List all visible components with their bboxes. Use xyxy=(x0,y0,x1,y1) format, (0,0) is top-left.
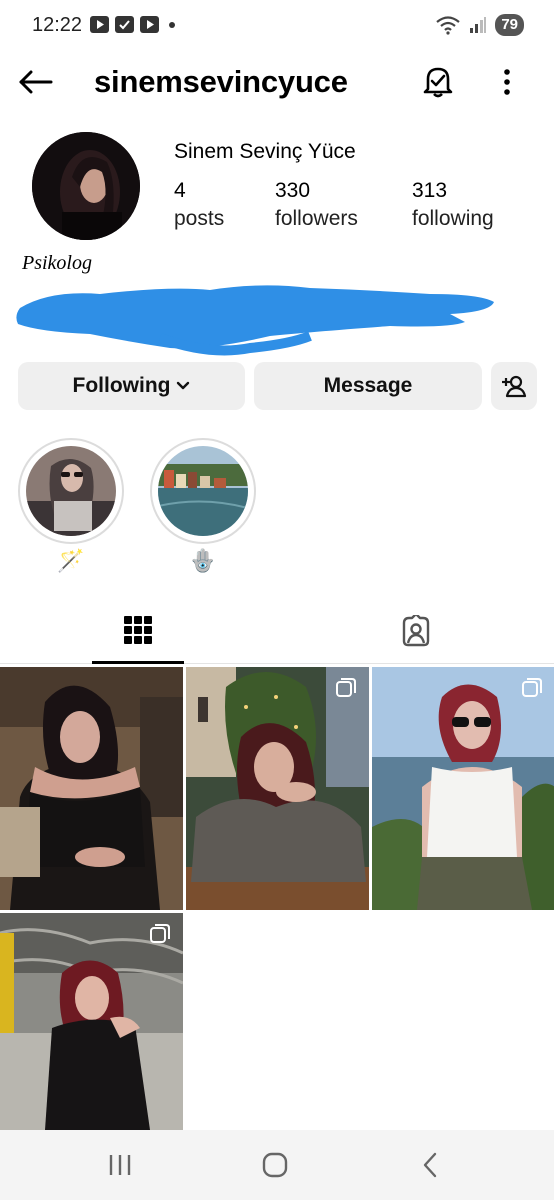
tab-tagged[interactable] xyxy=(370,598,462,664)
highlight-ring xyxy=(150,438,256,544)
dot-icon xyxy=(169,21,175,28)
stat-label: posts xyxy=(174,207,225,230)
highlight-label: 🪄 xyxy=(57,548,85,573)
status-time: 12:22 xyxy=(32,14,83,36)
highlight-cover xyxy=(158,446,248,536)
stat-followers[interactable]: 330 followers xyxy=(275,178,358,234)
redaction-scribble xyxy=(16,285,495,356)
carousel-icon xyxy=(150,924,170,943)
back-nav-icon[interactable] xyxy=(410,1148,450,1182)
battery-icon: 79 xyxy=(495,14,524,36)
grid-icon xyxy=(124,615,152,644)
profile-tabs xyxy=(0,598,554,664)
post-thumbnail[interactable] xyxy=(186,667,369,910)
profile-header: sinemsevincyuce xyxy=(0,52,554,112)
status-notifications xyxy=(90,16,175,33)
story-highlight[interactable]: 🪬 xyxy=(150,438,256,576)
stat-posts[interactable]: 4 posts xyxy=(174,178,224,234)
story-highlight[interactable]: 🪄 xyxy=(18,438,124,576)
signal-icon xyxy=(470,17,487,33)
status-system: 79 xyxy=(435,14,524,36)
back-arrow-icon[interactable] xyxy=(16,66,56,98)
youtube-icon xyxy=(140,16,159,33)
stat-value: 4 xyxy=(174,179,186,202)
more-vertical-icon[interactable] xyxy=(492,64,522,100)
wifi-icon xyxy=(436,16,461,35)
add-user-button[interactable] xyxy=(491,362,537,410)
message-button[interactable]: Message xyxy=(254,362,482,410)
stat-value: 330 xyxy=(275,179,311,202)
status-bar: 12:22 79 xyxy=(0,0,554,52)
post-thumbnail[interactable] xyxy=(372,667,554,910)
checkbox-icon xyxy=(115,16,134,33)
youtube-icon xyxy=(90,16,109,33)
stat-following[interactable]: 313 following xyxy=(412,178,494,234)
avatar[interactable] xyxy=(32,132,140,240)
stat-label: followers xyxy=(275,207,358,230)
following-label: Following xyxy=(72,374,171,397)
highlight-cover xyxy=(26,446,116,536)
stat-value: 313 xyxy=(412,179,448,202)
tab-posts-grid[interactable] xyxy=(92,598,184,664)
message-label: Message xyxy=(323,374,413,397)
display-name: Sinem Sevinç Yüce xyxy=(174,140,356,163)
stat-label: following xyxy=(412,207,494,230)
post-thumbnail[interactable] xyxy=(0,667,183,910)
carousel-icon xyxy=(522,678,542,697)
carousel-icon xyxy=(336,678,356,697)
system-nav-bar xyxy=(0,1130,554,1200)
highlight-label: 🪬 xyxy=(189,548,217,573)
add-user-icon xyxy=(502,375,527,398)
highlight-ring xyxy=(18,438,124,544)
following-button[interactable]: Following xyxy=(18,362,245,410)
home-icon[interactable] xyxy=(255,1148,295,1182)
page-title-username: sinemsevincyuce xyxy=(94,64,348,99)
bio-text: Psikolog xyxy=(22,252,92,274)
tagged-person-icon xyxy=(402,615,430,647)
recent-apps-icon[interactable] xyxy=(100,1148,140,1182)
post-thumbnail[interactable] xyxy=(0,913,183,1156)
chevron-down-icon xyxy=(177,381,190,390)
bell-check-icon[interactable] xyxy=(420,62,456,102)
